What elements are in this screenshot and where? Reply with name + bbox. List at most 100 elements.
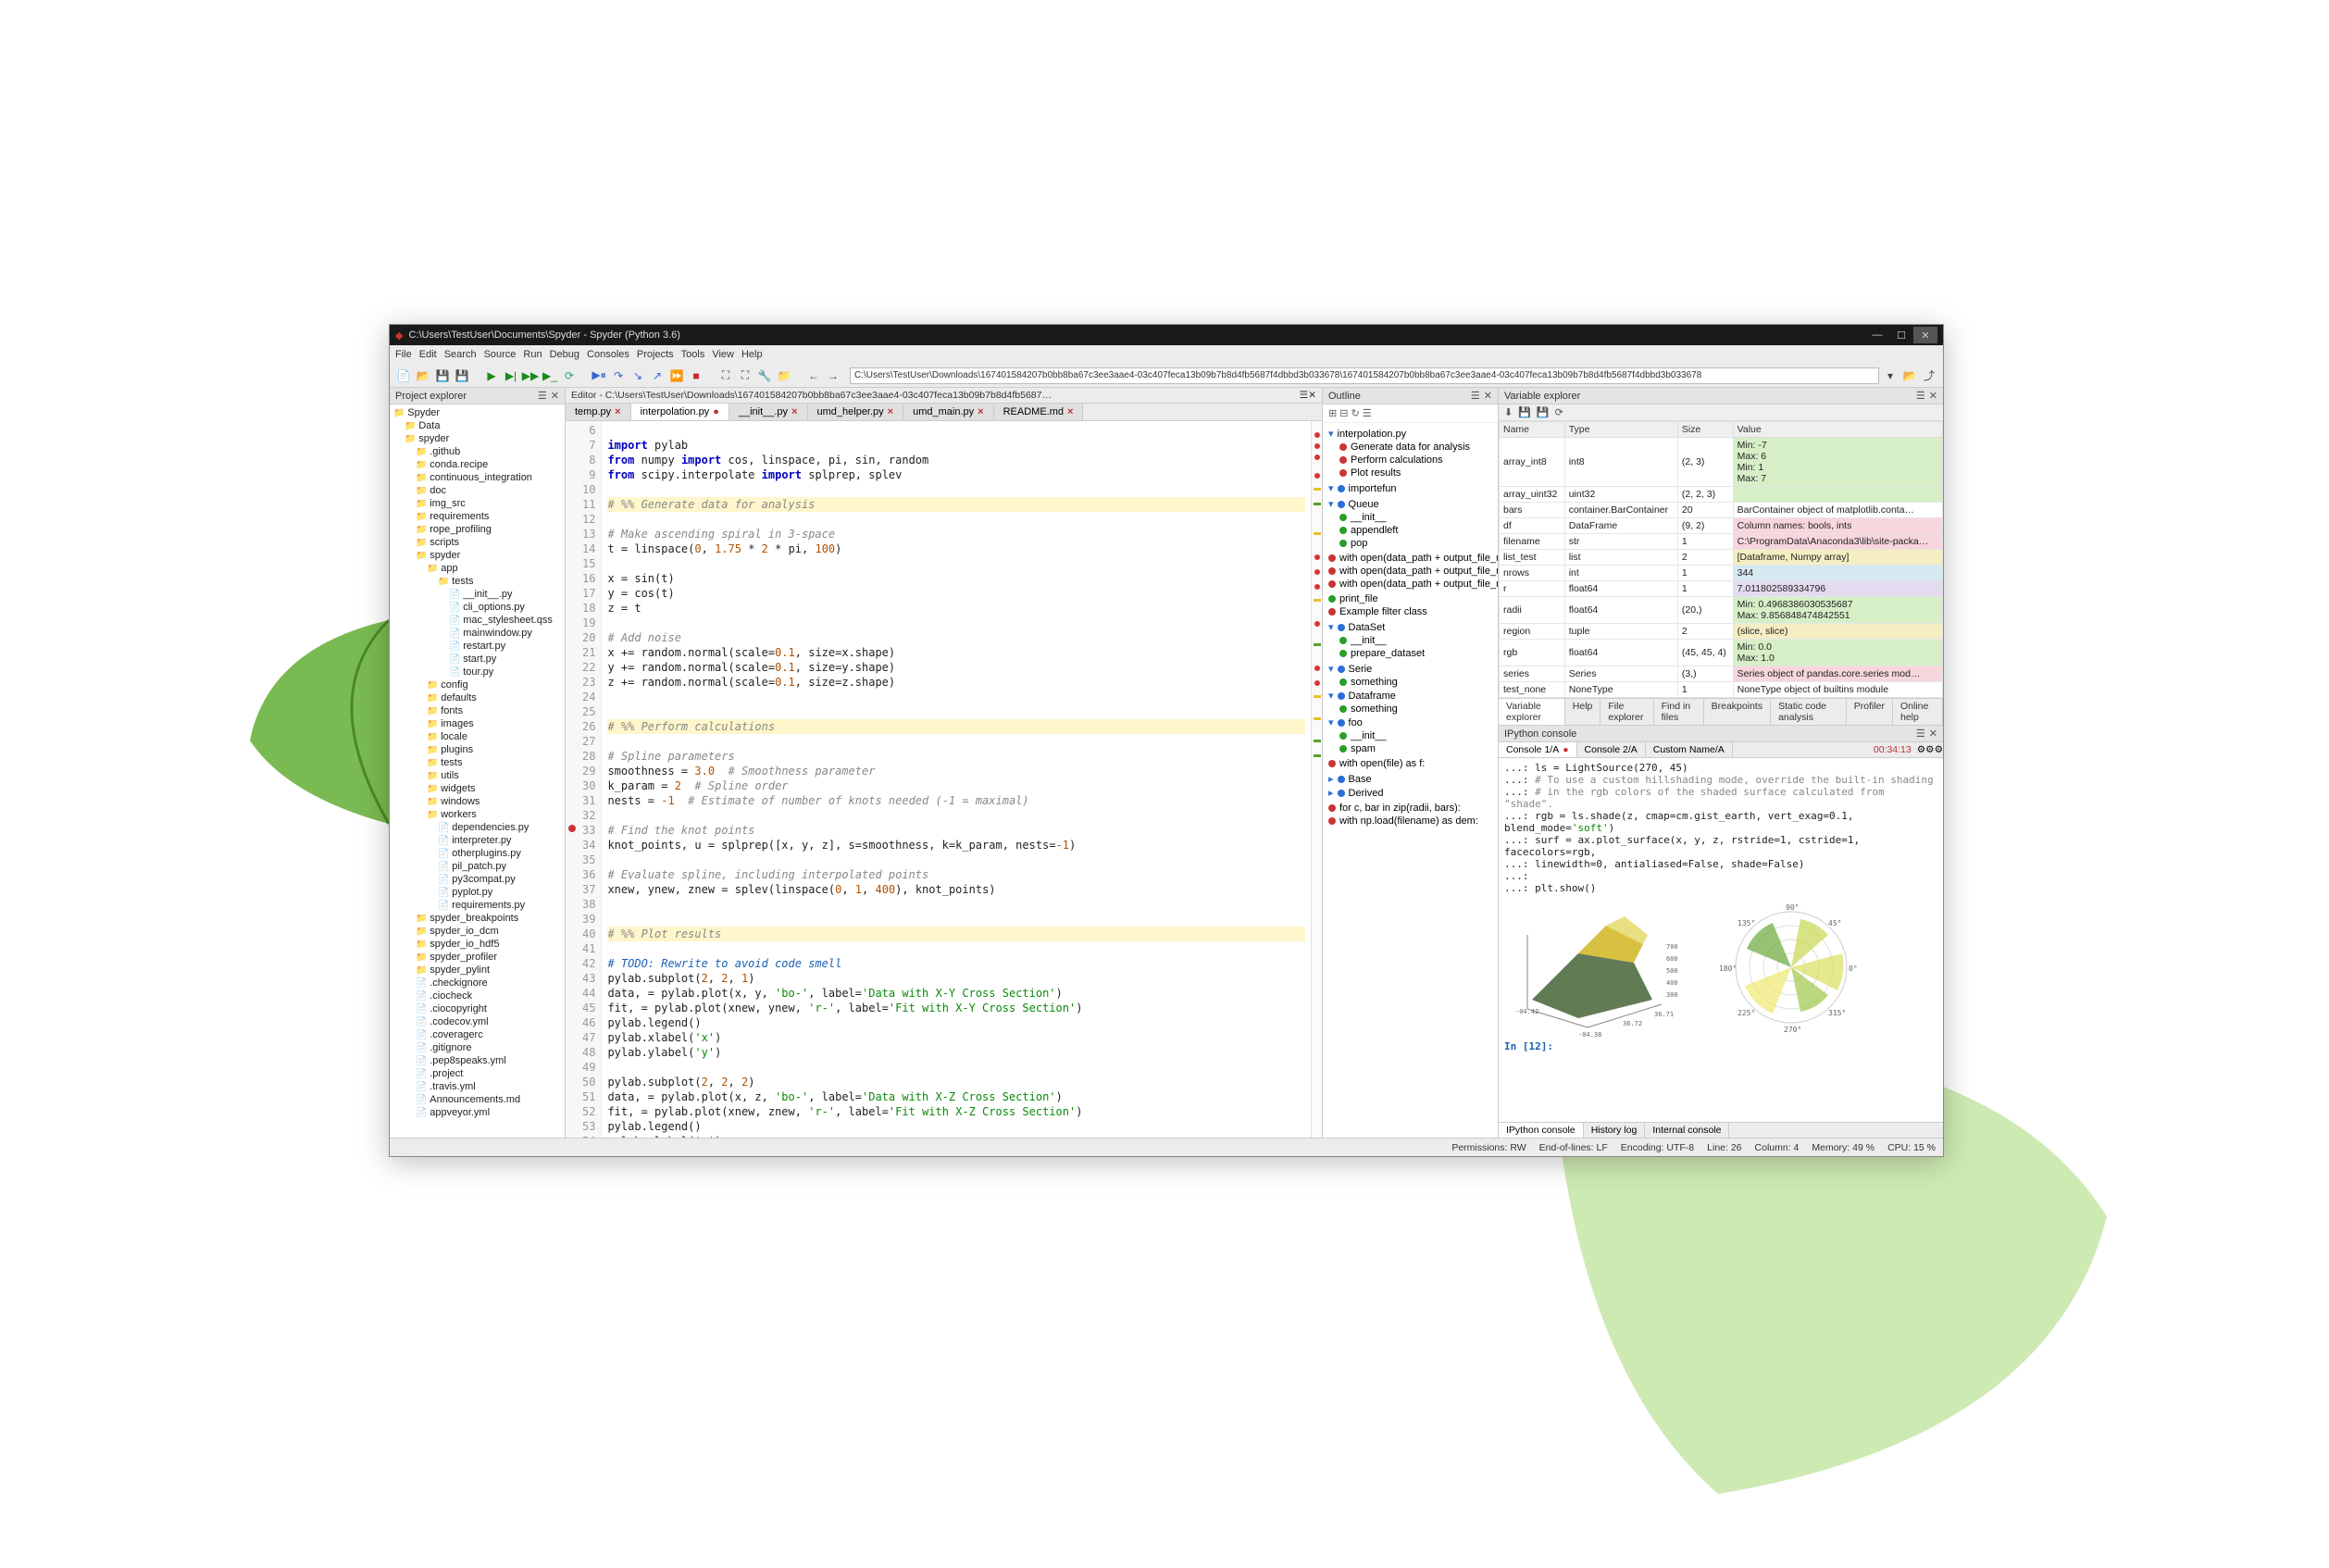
editor-tab[interactable]: README.md× [994, 404, 1084, 420]
tree-item[interactable]: py3compat.py [393, 873, 561, 886]
outline-item[interactable]: something [1328, 676, 1492, 689]
outline-item[interactable]: with open(file) as f: [1328, 757, 1492, 770]
tree-item[interactable]: .coveragerc [393, 1028, 561, 1041]
variable-row[interactable]: rfloat6417.011802589334796 [1500, 581, 1943, 597]
editor-tab[interactable]: interpolation.py● [631, 404, 729, 420]
tree-item[interactable]: .gitignore [393, 1041, 561, 1054]
outline-options-icon[interactable]: ☰ [1471, 390, 1480, 402]
tree-item[interactable]: doc [393, 484, 561, 497]
tree-item[interactable]: spyder_io_dcm [393, 925, 561, 938]
menu-help[interactable]: Help [741, 349, 763, 360]
tree-item[interactable]: Data [393, 419, 561, 432]
save-data-as-icon[interactable]: 💾 [1537, 406, 1550, 418]
rerun-icon[interactable]: ⟳ [561, 367, 578, 384]
step-out-icon[interactable]: ↗ [649, 367, 666, 384]
varexp-tab[interactable]: Profiler [1847, 699, 1893, 725]
tree-item[interactable]: Spyder [393, 406, 561, 419]
outline-item[interactable]: ▾DataSet [1328, 620, 1492, 634]
tree-item[interactable]: rope_profiling [393, 523, 561, 536]
variable-row[interactable]: rgbfloat64(45, 45, 4)Min: 0.0 Max: 1.0 [1500, 640, 1943, 666]
outline-item[interactable]: ▾interpolation.py [1328, 427, 1492, 441]
tree-item[interactable]: spyder [393, 549, 561, 562]
outline-item[interactable]: Generate data for analysis [1328, 441, 1492, 454]
tree-item[interactable]: cli_options.py [393, 601, 561, 614]
tree-item[interactable]: img_src [393, 497, 561, 510]
tree-item[interactable]: app [393, 562, 561, 575]
restart-icon[interactable]: ⚙ [1925, 744, 1934, 755]
tree-item[interactable]: dependencies.py [393, 821, 561, 834]
marker-strip[interactable] [1311, 421, 1322, 1138]
close-tab-icon[interactable]: × [1067, 406, 1073, 417]
menu-view[interactable]: View [712, 349, 734, 360]
menu-run[interactable]: Run [523, 349, 542, 360]
outline-item[interactable]: with np.load(filename) as dem: [1328, 815, 1492, 828]
menu-file[interactable]: File [395, 349, 412, 360]
tree-item[interactable]: spyder_pylint [393, 964, 561, 977]
minimize-button[interactable]: — [1865, 327, 1889, 343]
outline-item[interactable]: something [1328, 703, 1492, 716]
varexp-tab[interactable]: Online help [1893, 699, 1943, 725]
open-file-icon[interactable]: 📂 [415, 367, 431, 384]
tree-item[interactable]: .ciocheck [393, 989, 561, 1002]
tree-item[interactable]: conda.recipe [393, 458, 561, 471]
varexp-tab[interactable]: Breakpoints [1704, 699, 1771, 725]
maximize-pane-icon[interactable]: ⛶ [717, 367, 734, 384]
tree-item[interactable]: restart.py [393, 640, 561, 653]
variable-row[interactable]: test_noneNoneType1NoneType object of bui… [1500, 682, 1943, 698]
editor-options-icon[interactable]: ☰ [1300, 390, 1308, 401]
close-tab-icon[interactable]: × [978, 406, 983, 417]
outline-item[interactable]: for c, bar in zip(radii, bars): [1328, 802, 1492, 815]
run-cell-advance-icon[interactable]: ▶▶ [522, 367, 539, 384]
tree-item[interactable]: tests [393, 756, 561, 769]
working-dir-input[interactable] [850, 367, 1879, 384]
outline-item[interactable]: prepare_dataset [1328, 647, 1492, 660]
debug-icon[interactable]: ▶⏸ [591, 367, 607, 384]
outline-item[interactable]: appendleft [1328, 524, 1492, 537]
outline-item[interactable]: with open(data_path + output_file_n... [1328, 565, 1492, 578]
outline-item[interactable]: Plot results [1328, 467, 1492, 479]
outline-tree[interactable]: ▾interpolation.pyGenerate data for analy… [1323, 423, 1498, 831]
tree-item[interactable]: pil_patch.py [393, 860, 561, 873]
varexp-tab[interactable]: File explorer [1600, 699, 1653, 725]
tree-item[interactable]: widgets [393, 782, 561, 795]
variable-row[interactable]: array_int8int8(2, 3)Min: -7 Max: 6 Min: … [1500, 438, 1943, 487]
variable-row[interactable]: regiontuple2(slice, slice) [1500, 624, 1943, 640]
editor-close-icon[interactable]: ✕ [1308, 390, 1316, 401]
menu-search[interactable]: Search [444, 349, 477, 360]
console-bottom-tab[interactable]: History log [1584, 1123, 1646, 1138]
editor-tab[interactable]: umd_helper.py× [808, 404, 904, 420]
tree-item[interactable]: __init__.py [393, 588, 561, 601]
stop-debug-icon[interactable]: ■ [688, 367, 704, 384]
tree-item[interactable]: spyder_profiler [393, 951, 561, 964]
variable-row[interactable]: nrowsint1344 [1500, 566, 1943, 581]
path-dropdown-icon[interactable]: ▾ [1882, 367, 1899, 384]
menu-consoles[interactable]: Consoles [587, 349, 629, 360]
menu-source[interactable]: Source [484, 349, 517, 360]
outline-menu-icon[interactable]: ☰ [1363, 408, 1372, 419]
project-tree[interactable]: SpyderDataspyder.githubconda.recipeconti… [390, 404, 565, 1121]
parent-dir-icon[interactable]: ⤴ [1921, 367, 1937, 384]
outline-expand-icon[interactable]: ⊞ [1328, 408, 1337, 419]
variable-row[interactable]: seriesSeries(3,)Series object of pandas.… [1500, 666, 1943, 682]
variable-row[interactable]: dfDataFrame(9, 2)Column names: bools, in… [1500, 518, 1943, 534]
tree-item[interactable]: windows [393, 795, 561, 808]
tree-item[interactable]: defaults [393, 691, 561, 704]
outline-item[interactable]: ▾importefun [1328, 481, 1492, 495]
varexp-options-icon[interactable]: ☰ [1916, 390, 1925, 402]
editor-tab[interactable]: temp.py× [566, 404, 631, 420]
varexp-close-icon[interactable]: ✕ [1929, 390, 1937, 402]
python-path-icon[interactable]: 📁 [776, 367, 792, 384]
outline-item[interactable]: ▸Base [1328, 772, 1492, 786]
varexp-tab[interactable]: Variable explorer [1499, 699, 1565, 725]
tree-item[interactable]: tour.py [393, 666, 561, 678]
outline-item[interactable]: ▾Dataframe [1328, 689, 1492, 703]
outline-close-icon[interactable]: ✕ [1484, 390, 1492, 402]
tree-item[interactable]: interpreter.py [393, 834, 561, 847]
tree-item[interactable]: .pep8speaks.yml [393, 1054, 561, 1067]
outline-item[interactable]: __init__ [1328, 511, 1492, 524]
close-button[interactable]: ✕ [1913, 327, 1937, 343]
tree-item[interactable]: .codecov.yml [393, 1015, 561, 1028]
tree-item[interactable]: fonts [393, 704, 561, 717]
save-icon[interactable]: 💾 [434, 367, 451, 384]
tree-item[interactable]: locale [393, 730, 561, 743]
